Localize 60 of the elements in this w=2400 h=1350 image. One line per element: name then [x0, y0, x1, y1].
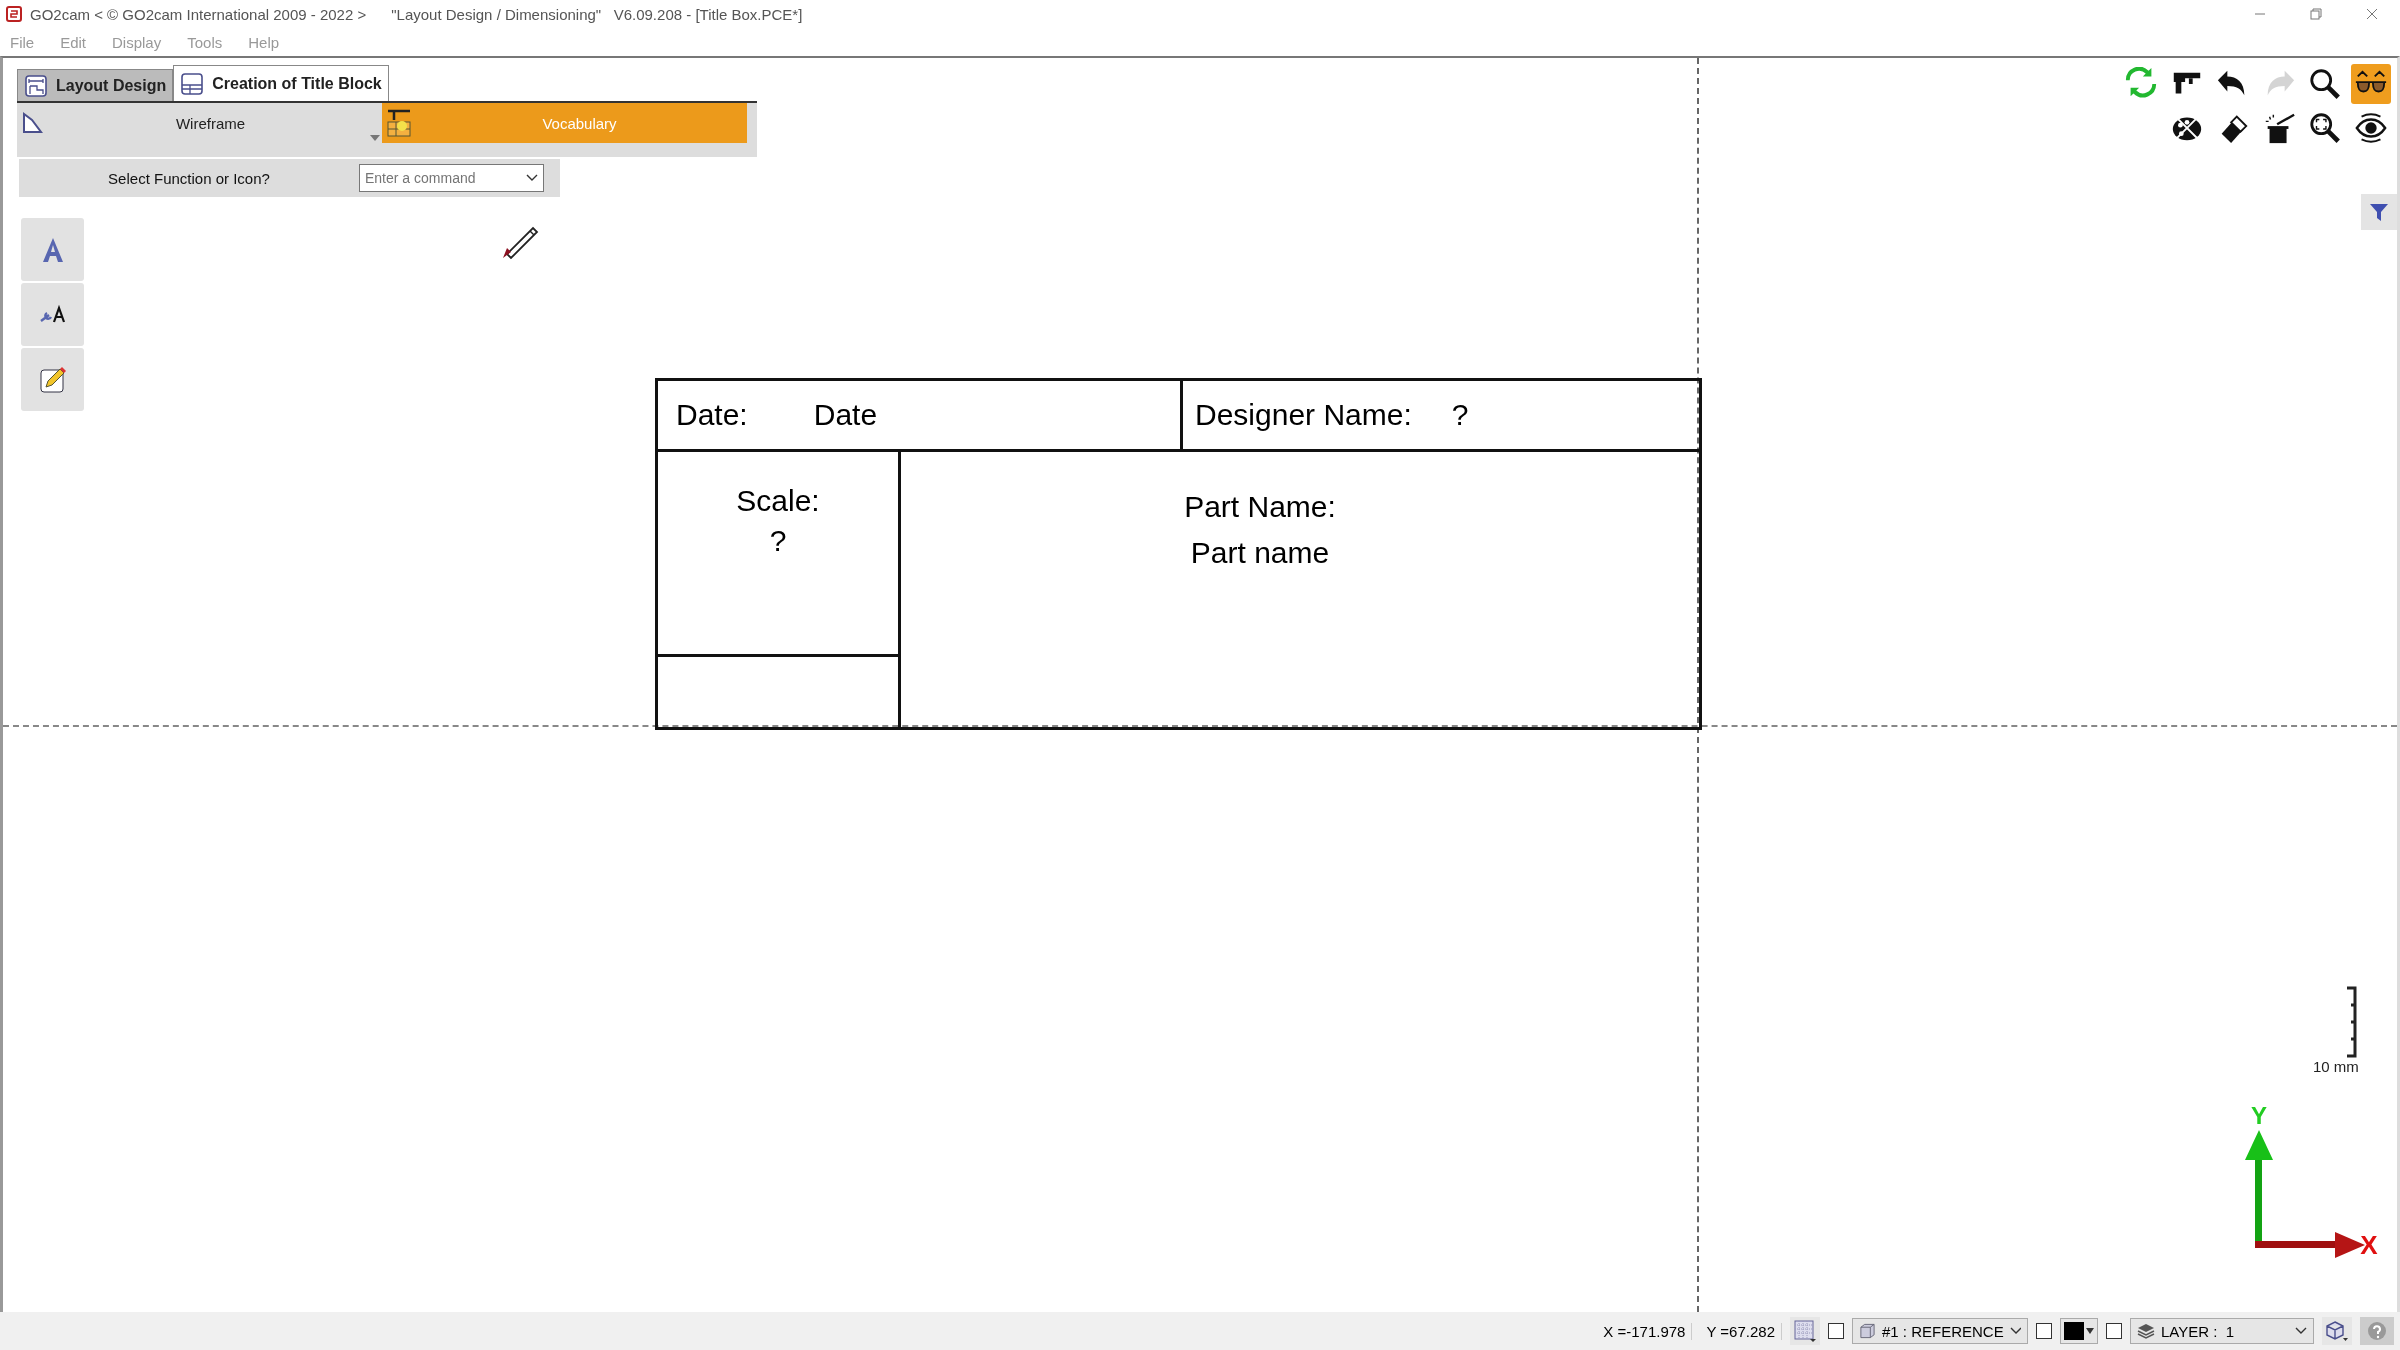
filter-icon [2368, 201, 2390, 223]
command-prompt: Select Function or Icon? [107, 169, 271, 187]
scale-bar-icon [2344, 986, 2359, 1058]
x-coordinate: X =-171.978 [1597, 1322, 1693, 1340]
cube-icon [1859, 1322, 1876, 1340]
command-field[interactable]: Enter a command [359, 164, 544, 192]
scale-label: Scale: [736, 484, 820, 518]
app-logo-icon [6, 6, 22, 22]
window-title: GO2cam < © GO2cam International 2009 - 2022 > "Layout Design / Dimensioning" V6.09.208 - [Title Box.PCE*] [30, 5, 804, 23]
designer-label: Designer Name: [1195, 398, 1412, 432]
zoom-icon [2308, 67, 2342, 101]
scale-value: ? [769, 524, 787, 558]
caret-icon [2009, 1327, 2021, 1335]
designer-value: ? [1451, 398, 1469, 432]
y-coordinate: Y =67.282 [1700, 1322, 1782, 1340]
ribbon-tab[interactable]: Vocabulary [382, 103, 747, 143]
y-axis-label: Y [2251, 1102, 2267, 1129]
color-picker[interactable] [2060, 1318, 2098, 1344]
restore-icon [2309, 7, 2323, 21]
eye-rotate-icon [2354, 111, 2388, 145]
date-value: Date [813, 398, 878, 432]
checkbox[interactable] [2106, 1323, 2122, 1339]
caret-icon[interactable] [526, 174, 538, 182]
menu-item[interactable]: Tools [187, 33, 223, 51]
caret-icon [2295, 1327, 2307, 1335]
help-button[interactable] [2360, 1317, 2394, 1345]
x-axis-label: X [2360, 1230, 2378, 1258]
part-name-value: Part name [1190, 536, 1330, 570]
layers-icon [2137, 1323, 2155, 1339]
grid-icon [1794, 1320, 1816, 1342]
layer-dropdown[interactable]: LAYER : 1 [2130, 1318, 2314, 1344]
view-dropdown[interactable]: #1 : REFERENCE [1852, 1318, 2028, 1344]
part-name-label: Part Name: [1184, 490, 1336, 524]
text-settings-button[interactable] [21, 283, 84, 346]
color-swatch [2064, 1322, 2084, 1340]
layout-icon [24, 73, 48, 98]
scale-label: 10 mm [2313, 1058, 2359, 1075]
checkbox[interactable] [2036, 1323, 2052, 1339]
close-icon [2365, 7, 2379, 21]
zoom-fit-icon [2308, 111, 2342, 145]
caret-icon [2086, 1328, 2094, 1334]
menu-item[interactable]: Edit [60, 33, 87, 51]
tab[interactable]: Creation of Title Block [173, 65, 389, 101]
filter-button[interactable] [2361, 194, 2397, 230]
refresh-icon [2124, 67, 2158, 101]
menu-item[interactable]: File [10, 33, 35, 51]
menu-item[interactable]: Help [248, 33, 280, 51]
date-label: Date: [676, 398, 748, 432]
edit-note-button[interactable] [21, 348, 84, 411]
help-icon [2367, 1321, 2387, 1341]
text-tool-button[interactable] [21, 218, 84, 281]
table-icon [180, 71, 205, 96]
cube-view-button[interactable] [2322, 1317, 2352, 1345]
glasses-button[interactable] [2351, 64, 2391, 104]
wireframe-icon [21, 112, 43, 134]
pencil-note-icon [37, 364, 68, 395]
checkbox[interactable] [1828, 1323, 1844, 1339]
tab[interactable]: Layout Design [17, 69, 174, 101]
cube-icon [2325, 1320, 2349, 1342]
menu-item[interactable]: Display [112, 33, 162, 51]
